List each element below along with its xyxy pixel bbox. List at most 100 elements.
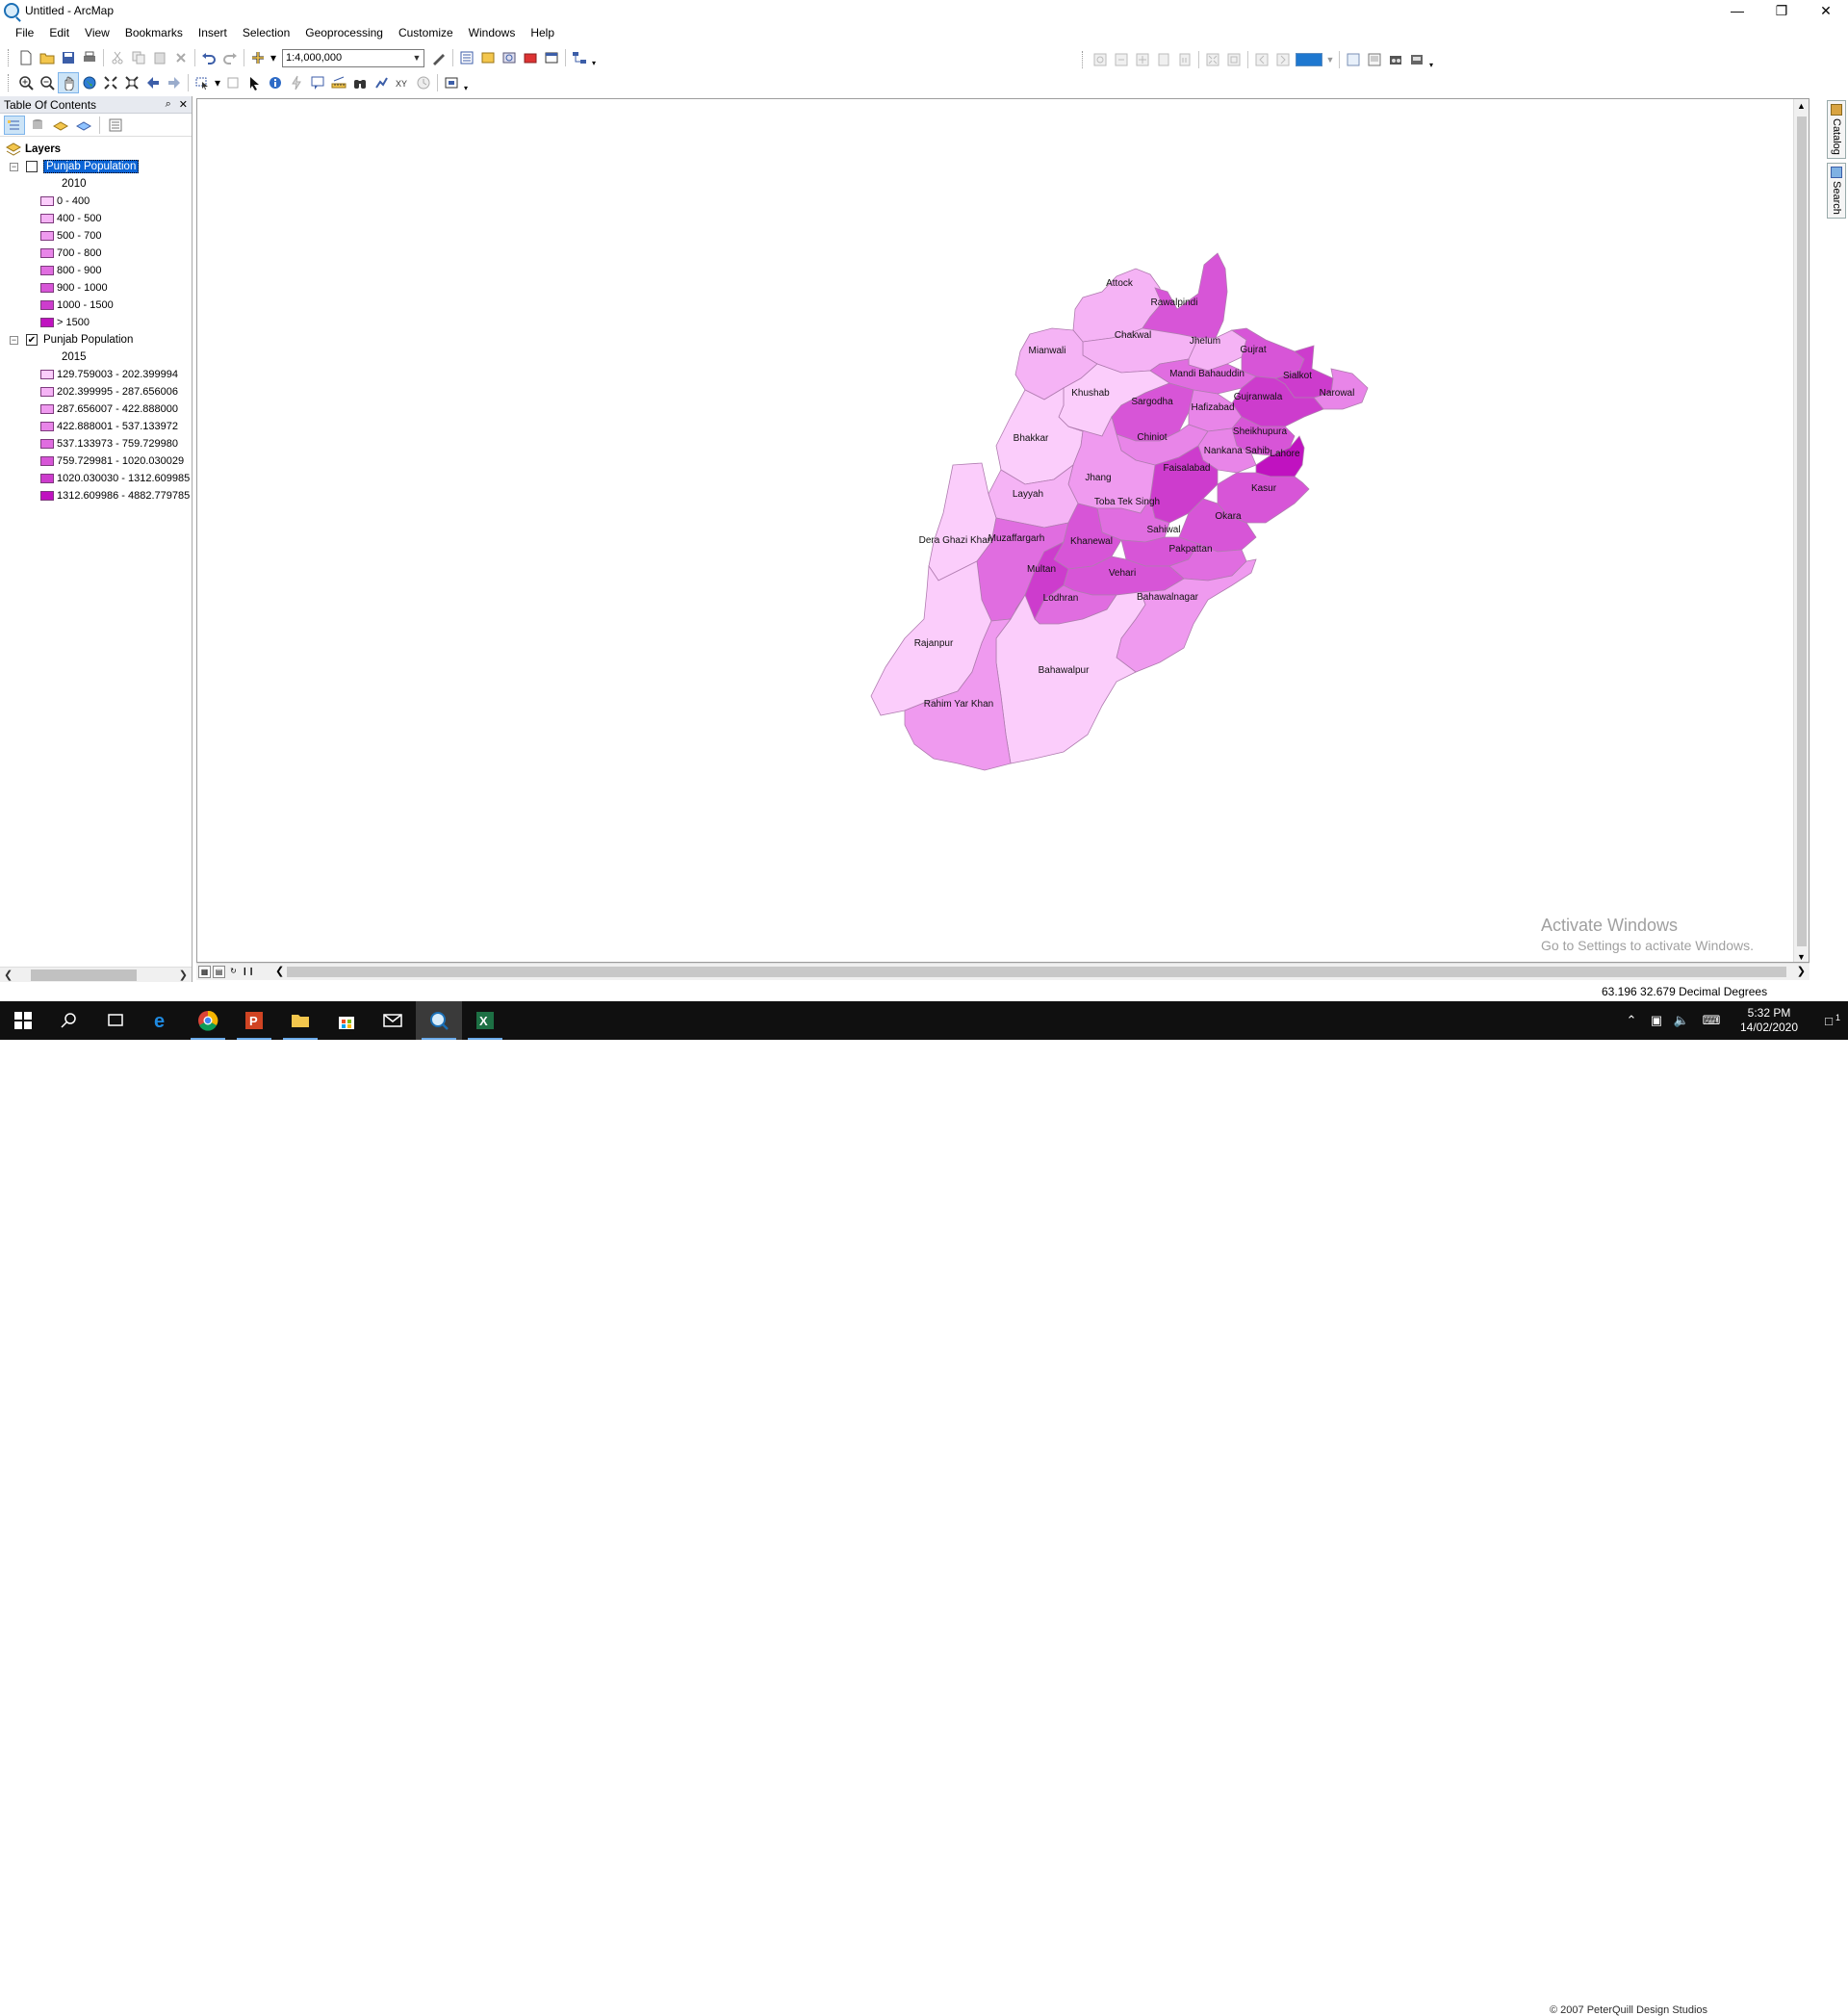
data-driven-pages-icon[interactable] xyxy=(1406,49,1427,70)
toolbar-grip[interactable] xyxy=(8,49,12,66)
volume-icon[interactable]: 🔈 xyxy=(1669,1013,1694,1028)
close-button[interactable]: ✕ xyxy=(1804,0,1848,21)
layout-back-extent-icon[interactable] xyxy=(1251,49,1272,70)
fixed-zoom-in-layout-icon[interactable] xyxy=(1202,49,1223,70)
select-dropdown-icon[interactable]: ▾ xyxy=(213,72,222,93)
new-document-icon[interactable] xyxy=(15,47,37,68)
zoom-whole-page-icon[interactable] xyxy=(1153,49,1174,70)
toggle-draft-mode-icon[interactable] xyxy=(1343,49,1364,70)
list-by-source-icon[interactable] xyxy=(27,116,48,135)
zoom-percent-dropdown-icon[interactable]: ▼ xyxy=(1324,49,1336,70)
legend-class-row[interactable]: 400 - 500 xyxy=(0,210,192,227)
add-data-dropdown-icon[interactable]: ▾ xyxy=(269,47,278,68)
restore-button[interactable]: ❐ xyxy=(1759,0,1804,21)
add-data-icon[interactable] xyxy=(247,47,269,68)
map-display[interactable]: Attock Rawalpindi Chakwal Jhelum Mianwali Guj… xyxy=(196,98,1810,963)
clear-selection-icon[interactable] xyxy=(222,72,244,93)
menu-bookmarks[interactable]: Bookmarks xyxy=(117,23,191,42)
mail-taskbar-button[interactable] xyxy=(370,1001,416,1040)
select-features-icon[interactable] xyxy=(192,72,213,93)
menu-insert[interactable]: Insert xyxy=(191,23,235,42)
excel-taskbar-button[interactable]: X xyxy=(462,1001,508,1040)
arctoolbox-icon[interactable] xyxy=(520,47,541,68)
toc-close-icon[interactable]: ✕ xyxy=(179,98,188,111)
copy-icon[interactable] xyxy=(128,47,149,68)
scroll-left-icon[interactable]: ❮ xyxy=(4,969,13,981)
python-window-icon[interactable] xyxy=(541,47,562,68)
layout-zoom-percent-box[interactable] xyxy=(1296,53,1322,66)
scrollbar-thumb[interactable] xyxy=(31,969,137,981)
toolbar-grip[interactable] xyxy=(8,74,12,91)
toc-options-icon[interactable] xyxy=(105,116,126,135)
layout-view-icon[interactable]: ▤ xyxy=(213,966,225,978)
layout-zoom-in-icon[interactable] xyxy=(1090,49,1111,70)
pause-drawing-icon[interactable]: ❙❙ xyxy=(242,966,254,978)
go-to-xy-icon[interactable]: XY xyxy=(392,72,413,93)
focus-data-frame-icon[interactable] xyxy=(1364,49,1385,70)
search-taskbar-button[interactable] xyxy=(46,1001,92,1040)
action-center-icon[interactable]: □ 1 xyxy=(1810,1013,1848,1028)
clock[interactable]: 5:32 PM 14/02/2020 xyxy=(1729,1006,1810,1035)
edge-taskbar-button[interactable]: e xyxy=(139,1001,185,1040)
legend-class-row[interactable]: 0 - 400 xyxy=(0,193,192,210)
legend-class-row[interactable]: 700 - 800 xyxy=(0,245,192,262)
refresh-view-icon[interactable]: ↻ xyxy=(227,966,240,978)
task-view-button[interactable] xyxy=(92,1001,139,1040)
time-slider-icon[interactable] xyxy=(413,72,434,93)
list-by-drawing-order-icon[interactable] xyxy=(4,115,25,135)
collapse-layer-icon[interactable]: − xyxy=(10,162,18,171)
legend-class-row[interactable]: 1312.609986 - 4882.779785 xyxy=(0,487,192,504)
punjab-map[interactable]: Attock Rawalpindi Chakwal Jhelum Mianwali Guj… xyxy=(197,99,1795,963)
pin-icon[interactable]: ⌕ xyxy=(166,98,171,111)
toc-horizontal-scrollbar[interactable]: ❮ ❯ xyxy=(0,967,192,982)
zoom-100-icon[interactable] xyxy=(1174,49,1195,70)
menu-windows[interactable]: Windows xyxy=(461,23,524,42)
legend-class-row[interactable]: 759.729981 - 1020.030029 xyxy=(0,452,192,470)
go-forward-icon[interactable] xyxy=(164,72,185,93)
catalog-window-icon[interactable] xyxy=(477,47,499,68)
toolbar-options-icon[interactable]: ▾ xyxy=(1427,50,1435,69)
modelbuilder-icon[interactable] xyxy=(569,47,590,68)
toolbar-options-icon[interactable]: ▾ xyxy=(590,48,598,67)
fixed-zoom-out-icon[interactable] xyxy=(121,72,142,93)
layer-row-2015[interactable]: − ✔ Punjab Population xyxy=(0,331,192,349)
file-explorer-taskbar-button[interactable] xyxy=(277,1001,323,1040)
create-viewer-window-icon[interactable] xyxy=(441,72,462,93)
identify-icon[interactable] xyxy=(265,72,286,93)
legend-class-row[interactable]: 1020.030030 - 1312.609985 xyxy=(0,470,192,487)
layer-name[interactable]: Punjab Population xyxy=(43,334,133,346)
search-dock-tab[interactable]: Search xyxy=(1827,162,1846,219)
legend-class-row[interactable]: 537.133973 - 759.729980 xyxy=(0,435,192,452)
data-view-icon[interactable]: ▦ xyxy=(198,966,211,978)
change-layout-icon[interactable] xyxy=(1385,49,1406,70)
menu-help[interactable]: Help xyxy=(523,23,562,42)
print-icon[interactable] xyxy=(79,47,100,68)
menu-customize[interactable]: Customize xyxy=(391,23,461,42)
network-icon[interactable]: ▣ xyxy=(1644,1013,1669,1028)
list-by-selection-icon[interactable] xyxy=(73,116,94,135)
toolbar-options-icon[interactable]: ▾ xyxy=(462,73,470,92)
keyboard-icon[interactable]: ⌨ xyxy=(1694,1013,1729,1028)
start-button[interactable] xyxy=(0,1001,46,1040)
toolbar-grip[interactable] xyxy=(1082,51,1086,68)
menu-selection[interactable]: Selection xyxy=(235,23,297,42)
catalog-dock-tab[interactable]: Catalog xyxy=(1827,100,1846,159)
scroll-up-icon[interactable]: ▲ xyxy=(1797,101,1806,111)
delete-icon[interactable] xyxy=(170,47,192,68)
legend-class-row[interactable]: 422.888001 - 537.133972 xyxy=(0,418,192,435)
fixed-zoom-out-layout-icon[interactable] xyxy=(1223,49,1245,70)
scroll-right-icon[interactable]: ❯ xyxy=(179,969,188,981)
list-by-visibility-icon[interactable] xyxy=(50,116,71,135)
legend-class-row[interactable]: 500 - 700 xyxy=(0,227,192,245)
find-binoculars-icon[interactable] xyxy=(349,72,371,93)
map-scale-combo[interactable]: 1:4,000,000 ▼ xyxy=(282,48,424,67)
fixed-zoom-in-icon[interactable] xyxy=(100,72,121,93)
undo-icon[interactable] xyxy=(198,47,219,68)
hyperlink-icon[interactable] xyxy=(286,72,307,93)
go-back-icon[interactable] xyxy=(142,72,164,93)
redo-icon[interactable] xyxy=(219,47,241,68)
legend-class-row[interactable]: > 1500 xyxy=(0,314,192,331)
legend-class-row[interactable]: 287.656007 - 422.888000 xyxy=(0,401,192,418)
layers-dataframe-row[interactable]: Layers xyxy=(0,141,192,158)
zoom-in-icon[interactable] xyxy=(15,72,37,93)
